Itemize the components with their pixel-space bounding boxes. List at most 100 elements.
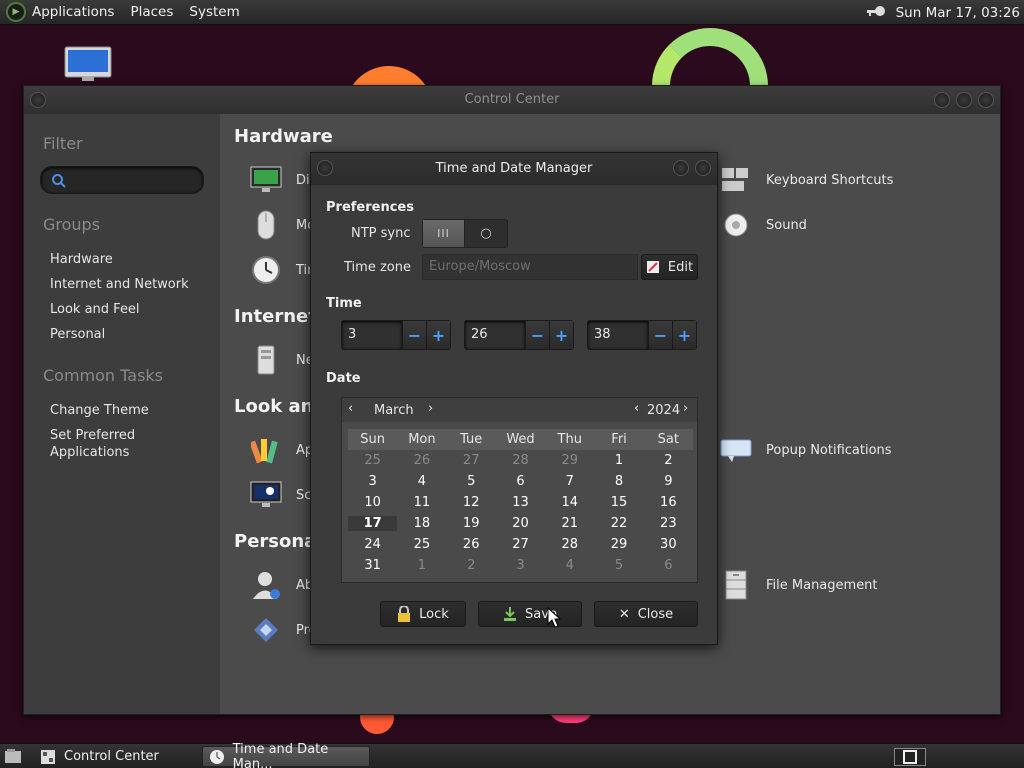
filter-search-input[interactable]	[40, 166, 204, 194]
window-menu-button[interactable]	[30, 92, 46, 108]
calendar-day[interactable]: 22	[594, 516, 643, 531]
item-preferred-apps[interactable]: Pre	[250, 614, 317, 646]
taskbar-item-time-date[interactable]: Time and Date Man...	[202, 742, 370, 768]
task-set-preferred-line2[interactable]: Applications	[50, 445, 129, 460]
next-year-button[interactable]: ›	[683, 401, 688, 416]
calendar-day[interactable]: 2	[644, 453, 693, 468]
calendar-day[interactable]: 28	[545, 537, 594, 552]
group-link-internet[interactable]: Internet and Network	[50, 277, 189, 292]
lock-button[interactable]: Lock	[380, 601, 466, 627]
close-dialog-button[interactable]: ✕ Close	[594, 601, 698, 627]
calendar-day[interactable]: 15	[594, 495, 643, 510]
calendar-day[interactable]: 26	[447, 537, 496, 552]
calendar-day[interactable]: 3	[496, 558, 545, 573]
task-change-theme[interactable]: Change Theme	[50, 403, 149, 418]
item-popup-notifications[interactable]: Popup Notifications	[720, 434, 892, 466]
hours-value[interactable]: 3	[342, 321, 402, 349]
calendar-day[interactable]: 6	[644, 558, 693, 573]
maximize-button[interactable]	[956, 92, 972, 108]
calendar-day[interactable]: 16	[644, 495, 693, 510]
item-screensaver[interactable]: Scr	[250, 479, 317, 511]
calendar-day[interactable]: 19	[447, 516, 496, 531]
calendar-day[interactable]: 29	[545, 453, 594, 468]
dialog-close-button[interactable]	[695, 160, 711, 176]
hours-decrement-button[interactable]: −	[402, 321, 426, 349]
item-appearance[interactable]: Ap	[250, 434, 313, 466]
calendar-day[interactable]: 5	[594, 558, 643, 573]
seconds-decrement-button[interactable]: −	[648, 321, 672, 349]
calendar-day[interactable]: 26	[397, 453, 446, 468]
edit-timezone-button[interactable]: Edit	[641, 254, 698, 280]
menu-logo-icon[interactable]: ▶	[6, 2, 26, 22]
applications-menu[interactable]: Applications	[32, 4, 114, 20]
calendar-day-selected[interactable]: 17	[348, 516, 398, 531]
minutes-value[interactable]: 26	[465, 321, 525, 349]
seconds-value[interactable]: 38	[588, 321, 648, 349]
dialog-minimize-button[interactable]	[673, 160, 689, 176]
calendar-day[interactable]: 20	[496, 516, 545, 531]
calendar-day[interactable]: 24	[348, 537, 397, 552]
calendar-day[interactable]: 27	[496, 537, 545, 552]
calendar-day[interactable]: 4	[545, 558, 594, 573]
calendar-day[interactable]: 27	[447, 453, 496, 468]
taskbar-item-control-center[interactable]: Control Center	[34, 746, 199, 767]
calendar-day[interactable]: 6	[496, 474, 545, 489]
item-network[interactable]: Ne	[250, 344, 314, 376]
seconds-spinner[interactable]: 38 − +	[587, 320, 697, 350]
calendar-day[interactable]: 11	[397, 495, 446, 510]
calendar-day[interactable]: 10	[348, 495, 397, 510]
computer-desktop-icon[interactable]	[64, 46, 112, 84]
calendar-day[interactable]: 28	[496, 453, 545, 468]
item-keyboard-shortcuts[interactable]: Keyboard Shortcuts	[720, 164, 893, 196]
task-set-preferred[interactable]: Set Preferred	[50, 428, 135, 443]
calendar-day[interactable]: 2	[447, 558, 496, 573]
calendar-day[interactable]: 5	[447, 474, 496, 489]
group-link-hardware[interactable]: Hardware	[50, 252, 113, 267]
calendar-day[interactable]: 21	[545, 516, 594, 531]
minimize-button[interactable]	[934, 92, 950, 108]
ntp-sync-toggle[interactable]: III ○	[422, 219, 508, 248]
calendar-day[interactable]: 12	[447, 495, 496, 510]
calendar-day[interactable]: 29	[594, 537, 643, 552]
item-display[interactable]: Dis	[250, 164, 316, 196]
keyring-icon[interactable]	[866, 4, 886, 22]
minutes-increment-button[interactable]: +	[549, 321, 573, 349]
minutes-spinner[interactable]: 26 − +	[464, 320, 574, 350]
group-link-personal[interactable]: Personal	[50, 327, 105, 342]
save-button[interactable]: Save	[478, 601, 582, 627]
calendar-day[interactable]: 31	[348, 558, 397, 573]
prev-year-button[interactable]: ‹	[634, 401, 639, 416]
calendar-day[interactable]: 7	[545, 474, 594, 489]
workspace-switcher[interactable]	[894, 748, 926, 766]
next-month-button[interactable]: ›	[428, 401, 433, 416]
group-link-look[interactable]: Look and Feel	[50, 302, 140, 317]
calendar-day[interactable]: 23	[644, 516, 693, 531]
calendar-day[interactable]: 1	[397, 558, 446, 573]
system-menu[interactable]: System	[189, 4, 239, 20]
item-about-me[interactable]: Ab	[250, 569, 313, 601]
dialog-menu-button[interactable]	[317, 160, 333, 176]
control-center-titlebar[interactable]: Control Center	[24, 86, 1000, 114]
minutes-decrement-button[interactable]: −	[525, 321, 549, 349]
item-sound[interactable]: Sound	[720, 209, 807, 241]
calendar-day[interactable]: 4	[397, 474, 446, 489]
calendar-day[interactable]: 30	[644, 537, 693, 552]
calendar-day[interactable]: 25	[397, 537, 446, 552]
panel-clock[interactable]: Sun Mar 17, 03:26	[896, 5, 1020, 21]
calendar-day[interactable]: 18	[397, 516, 446, 531]
item-file-management[interactable]: File Management	[720, 569, 878, 601]
seconds-increment-button[interactable]: +	[672, 321, 696, 349]
workspace-1[interactable]	[903, 750, 917, 764]
prev-month-button[interactable]: ‹	[348, 401, 353, 416]
show-desktop-icon[interactable]	[4, 748, 22, 768]
hours-increment-button[interactable]: +	[426, 321, 450, 349]
close-button[interactable]	[978, 92, 994, 108]
calendar-day[interactable]: 25	[348, 453, 397, 468]
hours-spinner[interactable]: 3 − +	[341, 320, 451, 350]
calendar-day[interactable]: 9	[644, 474, 693, 489]
calendar-day[interactable]: 13	[496, 495, 545, 510]
calendar-day[interactable]: 14	[545, 495, 594, 510]
calendar-day[interactable]: 8	[594, 474, 643, 489]
calendar-day[interactable]: 3	[348, 474, 397, 489]
dialog-titlebar[interactable]: Time and Date Manager	[311, 153, 717, 185]
